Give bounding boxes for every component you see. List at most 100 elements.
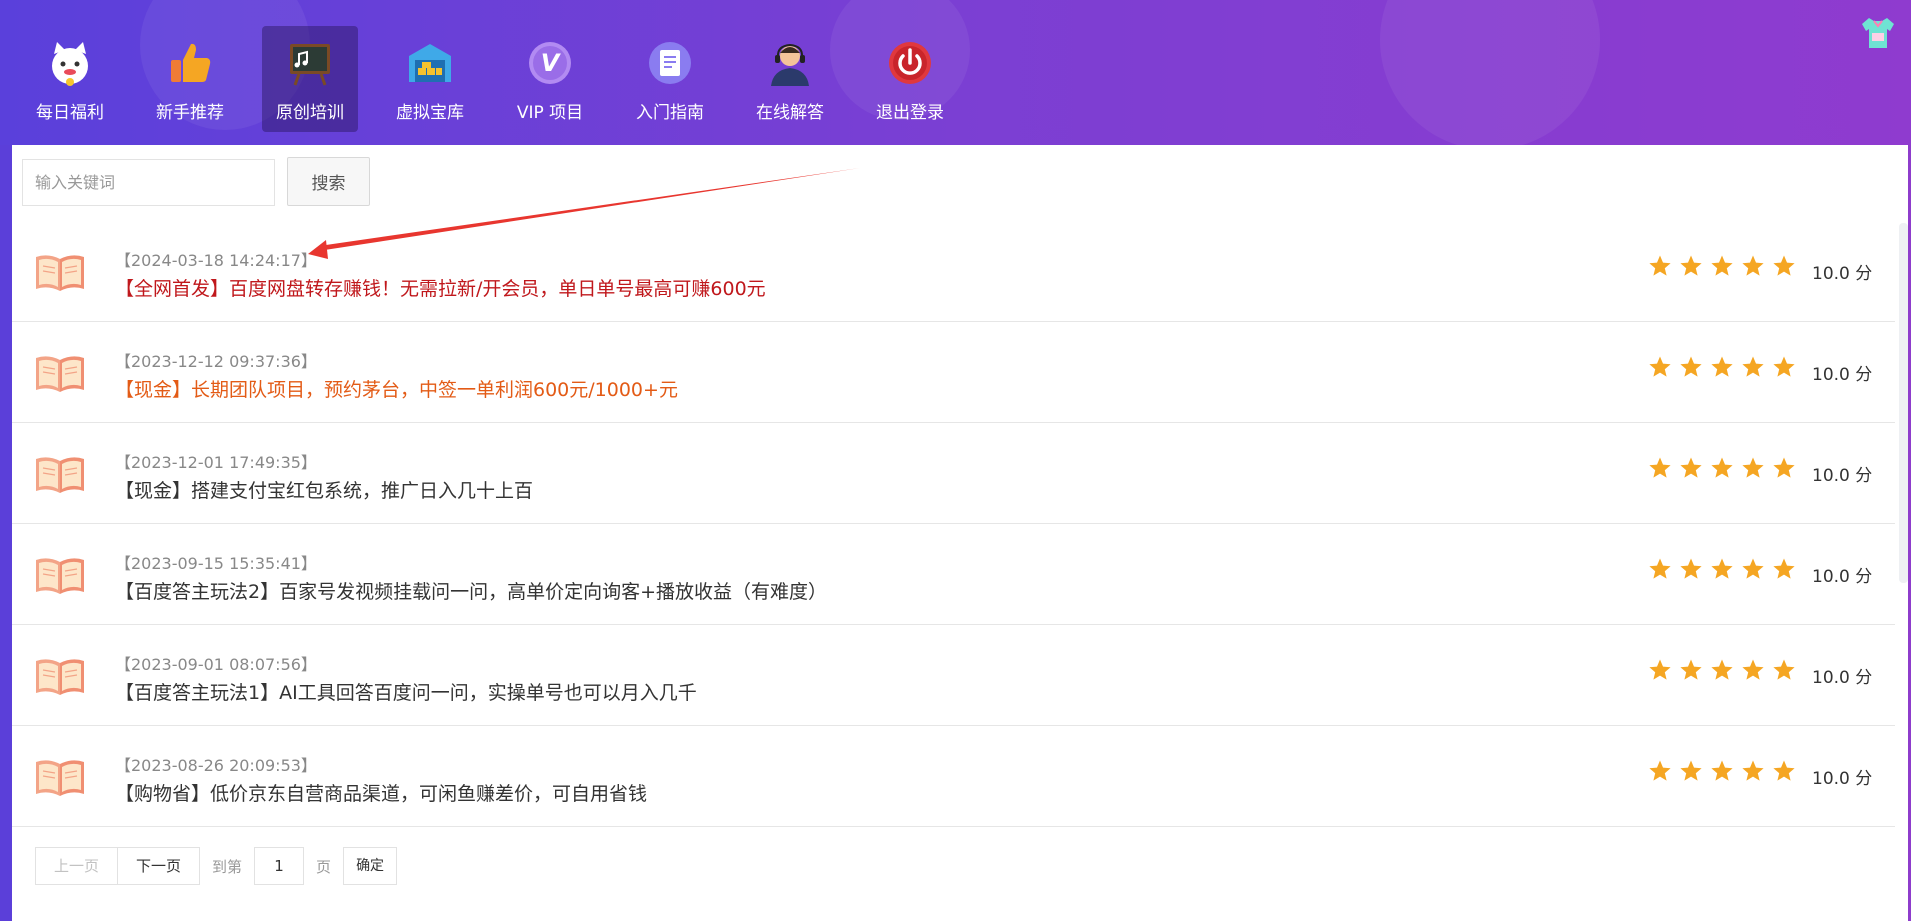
skin-shirt-icon[interactable] — [1859, 16, 1897, 50]
star-icon — [1679, 759, 1710, 787]
star-icon — [1679, 355, 1710, 383]
rating-stars — [1648, 254, 1803, 282]
rating-score: 10.0 分 — [1812, 567, 1873, 587]
article-title-link[interactable]: 【百度答主玩法1】AI工具回答百度问一问，实操单号也可以月入几千 — [115, 678, 697, 705]
article-date: 【2023-12-01 17:49:35】 — [115, 453, 317, 472]
decorative-bubble — [1380, 0, 1600, 150]
pagination: 上一页 下一页 到第 页 确定 — [35, 847, 398, 885]
article-date: 【2023-12-12 09:37:36】 — [115, 352, 317, 371]
star-icon — [1710, 557, 1741, 585]
star-icon — [1772, 254, 1803, 282]
rating-score: 10.0 分 — [1812, 365, 1873, 385]
nav-item-label: 在线解答 — [756, 103, 824, 123]
rating-score: 10.0 分 — [1812, 769, 1873, 789]
star-icon — [1710, 759, 1741, 787]
star-icon — [1741, 456, 1772, 484]
nav-item-label: 原创培训 — [276, 103, 344, 123]
goto-label: 到第 — [212, 857, 243, 876]
nav-item-label: 入门指南 — [636, 103, 704, 123]
support-agent-icon — [765, 38, 815, 88]
star-icon — [1710, 456, 1741, 484]
star-icon — [1710, 254, 1741, 282]
search-input[interactable] — [22, 159, 275, 206]
blackboard-icon — [285, 38, 335, 88]
book-icon — [34, 251, 86, 293]
rating-stars — [1648, 658, 1803, 686]
nav-item-label: 虚拟宝库 — [396, 103, 464, 123]
star-icon — [1648, 759, 1679, 787]
article-title-link[interactable]: 【现金】长期团队项目，预约茅台，中签一单利润600元/1000+元 — [115, 375, 678, 402]
rating-score: 10.0 分 — [1812, 264, 1873, 284]
content-panel: 搜索 【2024-03-18 14:24:17】【全网首发】百度网盘转存赚钱！无… — [12, 145, 1908, 921]
article-row[interactable]: 【2023-12-01 17:49:35】【现金】搭建支付宝红包系统，推广日入几… — [12, 423, 1895, 524]
thumbs-up-icon — [165, 38, 215, 88]
article-title-link[interactable]: 【百度答主玩法2】百家号发视频挂载问一问，高单价定向询客+播放收益（有难度） — [115, 577, 827, 604]
book-icon — [34, 756, 86, 798]
next-page-button[interactable]: 下一页 — [117, 847, 201, 885]
page-number-input[interactable] — [254, 847, 305, 885]
star-icon — [1648, 658, 1679, 686]
rating-score: 10.0 分 — [1812, 668, 1873, 688]
article-row[interactable]: 【2023-09-15 15:35:41】【百度答主玩法2】百家号发视频挂载问一… — [12, 524, 1895, 625]
nav-item-1[interactable]: 每日福利 — [22, 26, 118, 132]
nav-item-8[interactable]: 退出登录 — [862, 26, 958, 132]
star-icon — [1679, 254, 1710, 282]
article-date: 【2023-09-15 15:35:41】 — [115, 554, 317, 573]
nav-item-6[interactable]: 入门指南 — [622, 26, 718, 132]
star-icon — [1648, 456, 1679, 484]
vip-icon: V — [525, 38, 575, 88]
svg-text:V: V — [541, 49, 562, 77]
nav-item-7[interactable]: 在线解答 — [742, 26, 838, 132]
book-icon — [34, 554, 86, 596]
article-date: 【2023-09-01 08:07:56】 — [115, 655, 317, 674]
star-icon — [1648, 557, 1679, 585]
star-icon — [1772, 658, 1803, 686]
power-icon — [885, 38, 935, 88]
star-icon — [1741, 658, 1772, 686]
star-icon — [1741, 254, 1772, 282]
star-icon — [1679, 557, 1710, 585]
nav-item-4[interactable]: 虚拟宝库 — [382, 26, 478, 132]
prev-page-button[interactable]: 上一页 — [35, 847, 119, 885]
article-title-link[interactable]: 【购物省】低价京东自营商品渠道，可闲鱼赚差价，可自用省钱 — [115, 779, 647, 806]
star-icon — [1741, 759, 1772, 787]
article-title-link[interactable]: 【全网首发】百度网盘转存赚钱！无需拉新/开会员，单日单号最高可赚600元 — [115, 274, 766, 301]
star-icon — [1679, 658, 1710, 686]
star-icon — [1741, 355, 1772, 383]
page-unit-label: 页 — [316, 857, 332, 876]
book-icon — [34, 453, 86, 495]
rating-score: 10.0 分 — [1812, 466, 1873, 486]
article-row[interactable]: 【2023-08-26 20:09:53】【购物省】低价京东自营商品渠道，可闲鱼… — [12, 726, 1895, 827]
nav-item-3[interactable]: 原创培训 — [262, 26, 358, 132]
article-row[interactable]: 【2023-12-12 09:37:36】【现金】长期团队项目，预约茅台，中签一… — [12, 322, 1895, 423]
rating-stars — [1648, 759, 1803, 787]
article-row[interactable]: 【2023-09-01 08:07:56】【百度答主玩法1】AI工具回答百度问一… — [12, 625, 1895, 726]
nav-item-5[interactable]: V VIP 项目 — [502, 26, 598, 132]
lucky-cat-icon — [45, 38, 95, 88]
scrollbar[interactable] — [1899, 223, 1908, 583]
book-icon — [34, 352, 86, 394]
search-button[interactable]: 搜索 — [287, 157, 370, 206]
star-icon — [1772, 355, 1803, 383]
nav-item-label: 每日福利 — [36, 103, 104, 123]
main-nav: 每日福利 新手推荐 原创培训 虚拟宝库 V VIP 项目 入门指南 在线解答 退出登录 — [22, 26, 982, 132]
star-icon — [1772, 557, 1803, 585]
article-title-link[interactable]: 【现金】搭建支付宝红包系统，推广日入几十上百 — [115, 476, 533, 503]
rating-stars — [1648, 355, 1803, 383]
warehouse-icon — [405, 38, 455, 88]
nav-item-label: 新手推荐 — [156, 103, 224, 123]
star-icon — [1648, 355, 1679, 383]
document-icon — [645, 38, 695, 88]
star-icon — [1710, 355, 1741, 383]
article-date: 【2023-08-26 20:09:53】 — [115, 756, 317, 775]
confirm-page-button[interactable]: 确定 — [343, 847, 398, 885]
star-icon — [1648, 254, 1679, 282]
star-icon — [1772, 759, 1803, 787]
star-icon — [1710, 658, 1741, 686]
book-icon — [34, 655, 86, 697]
rating-stars — [1648, 456, 1803, 484]
article-row[interactable]: 【2024-03-18 14:24:17】 【全网首发】百度网盘转存赚钱！无需拉新… — [12, 221, 1895, 322]
nav-item-2[interactable]: 新手推荐 — [142, 26, 238, 132]
rating-stars — [1648, 557, 1803, 585]
star-icon — [1741, 557, 1772, 585]
